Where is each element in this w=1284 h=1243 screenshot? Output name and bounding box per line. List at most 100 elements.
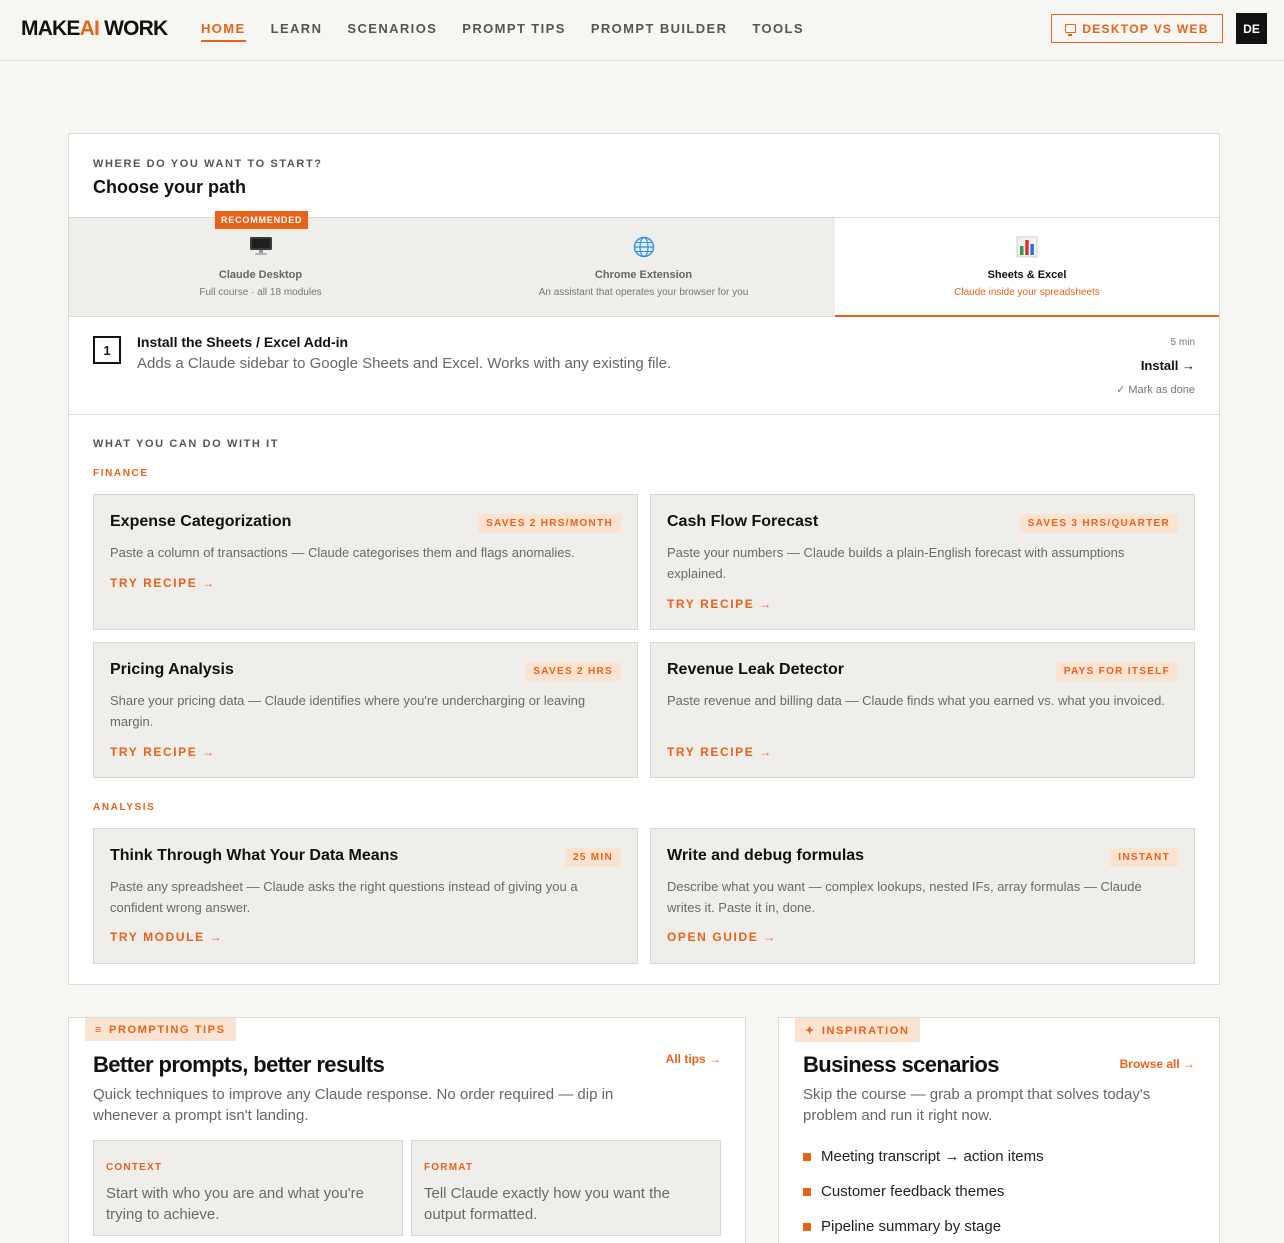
monitor-icon [1065,24,1077,36]
logo-work: WORK [104,17,168,40]
tip-description: Start with who you are and what you're t… [106,1185,365,1223]
card-description: Paste revenue and billing data — Claude … [667,693,1165,708]
nav-item-tools[interactable]: TOOLS [752,0,804,60]
path-tab-claude-desktop[interactable]: RECOMMENDED Claude Desktop Full course ·… [69,211,452,316]
path-tab-title: Sheets & Excel [987,269,1067,281]
category-label-analysis: ANALYSIS [93,802,156,813]
inspiration-panel: ✦ INSPIRATION Business scenarios Browse … [778,1017,1220,1243]
card-title: Revenue Leak Detector [667,661,844,678]
card-title: Think Through What Your Data Means [110,847,399,864]
scenario-item[interactable]: Meeting transcript → action items [803,1139,1044,1174]
recipe-card: Pricing Analysis SAVES 2 HRS Share your … [93,642,638,778]
duration-badge: 25 MIN [564,848,621,867]
open-guide-link[interactable]: OPEN GUIDE → [667,930,777,944]
recipe-card: Revenue Leak Detector PAYS FOR ITSELF Pa… [650,642,1195,778]
path-eyebrow: WHERE DO YOU WANT TO START? [93,158,323,170]
bullet-square-icon [803,1187,811,1196]
card-description: Paste your numbers — Claude builds a pla… [667,545,1125,581]
path-tab-sheets-excel[interactable]: Sheets & Excel Claude inside your spread… [835,218,1219,317]
scenarios-description: Skip the course — grab a prompt that sol… [803,1086,1151,1124]
nav-item-scenarios[interactable]: SCENARIOS [347,0,437,60]
recommended-badge: RECOMMENDED [215,211,309,229]
tip-card-context[interactable]: CONTEXT Start with who you are and what … [93,1140,403,1236]
browse-all-link[interactable]: Browse all → [1120,1057,1195,1071]
tip-label: FORMAT [424,1162,474,1173]
step-description: Adds a Claude sidebar to Google Sheets a… [137,355,672,372]
desktop-computer-icon [69,236,452,256]
card-description: Share your pricing data — Claude identif… [110,693,586,729]
path-tab-title: Chrome Extension [594,269,693,281]
nav-item-prompt-tips[interactable]: PROMPT TIPS [462,0,566,60]
path-tab-subtitle: An assistant that operates your browser … [538,287,749,298]
time-saved-badge: SAVES 2 HRS [525,662,621,681]
prompting-tips-tag: ≡ PROMPTING TIPS [85,1018,236,1041]
all-tips-link[interactable]: All tips → [666,1052,721,1066]
scenario-item[interactable]: Pipeline summary by stage [803,1209,1044,1243]
scenario-label: Pipeline summary by stage [821,1218,1002,1235]
path-tab-chrome-extension[interactable]: Chrome Extension An assistant that opera… [452,218,835,316]
nav-item-home[interactable]: HOME [201,0,246,60]
recipe-card: Cash Flow Forecast SAVES 3 HRS/QUARTER P… [650,494,1195,630]
scenarios-title: Business scenarios [803,1052,999,1077]
tag-label: PROMPTING TIPS [109,1024,226,1036]
try-module-link[interactable]: TRY MODULE → [110,930,223,944]
desktop-vs-web-button[interactable]: DESKTOP VS WEB [1051,14,1223,43]
tip-description: Tell Claude exactly how you want the out… [424,1185,670,1223]
scenario-label: Meeting transcript → action items [821,1148,1044,1165]
recipe-card: Write and debug formulas INSTANT Describ… [650,828,1195,964]
path-tab-subtitle: Full course · all 18 modules [199,287,322,298]
install-step: 1 Install the Sheets / Excel Add-in Adds… [69,317,1219,415]
path-tab-title: Claude Desktop [218,269,303,281]
desktop-vs-web-label: DESKTOP VS WEB [1082,21,1209,36]
tag-label: INSPIRATION [821,1024,910,1037]
try-recipe-link[interactable]: TRY RECIPE → [667,597,773,611]
try-recipe-link[interactable]: TRY RECIPE → [110,745,216,759]
nav-item-learn[interactable]: LEARN [271,0,323,60]
tip-card-format[interactable]: FORMAT Tell Claude exactly how you want … [411,1140,721,1236]
instant-badge: INSTANT [1110,848,1178,867]
bar-chart-icon [835,236,1219,258]
time-saved-badge: SAVES 3 HRS/QUARTER [1019,514,1178,533]
main-nav: HOME LEARN SCENARIOS PROMPT TIPS PROMPT … [201,0,829,60]
card-description: Describe what you want — complex lookups… [667,879,1142,915]
tip-label: CONTEXT [106,1162,163,1173]
nav-item-prompt-builder[interactable]: PROMPT BUILDER [591,0,728,60]
globe-icon [452,236,835,258]
scenario-label: Customer feedback themes [821,1183,1005,1200]
path-tabs: RECOMMENDED Claude Desktop Full course ·… [69,211,1219,317]
logo[interactable]: MAKEAI WORK [21,17,168,41]
card-title: Expense Categorization [110,513,292,530]
choose-path-panel: WHERE DO YOU WANT TO START? Choose your … [68,133,1220,985]
category-label-finance: FINANCE [93,468,149,479]
step-title: Install the Sheets / Excel Add-in [137,334,349,350]
card-description: Paste a column of transactions — Claude … [110,545,575,560]
path-title: Choose your path [93,177,247,197]
what-you-can-do-eyebrow: WHAT YOU CAN DO WITH IT [93,438,280,450]
bullet-square-icon [803,1222,811,1231]
install-link[interactable]: Install → [1141,358,1195,373]
tips-title: Better prompts, better results [93,1052,385,1077]
try-recipe-link[interactable]: TRY RECIPE → [110,576,216,590]
card-title: Pricing Analysis [110,661,234,678]
logo-make: MAKE [21,17,80,40]
card-description: Paste any spreadsheet — Claude asks the … [110,879,578,915]
time-saved-badge: PAYS FOR ITSELF [1055,662,1178,681]
language-toggle-button[interactable]: DE [1236,13,1267,44]
prompting-tips-panel: ≡ PROMPTING TIPS Better prompts, better … [68,1017,746,1243]
card-title: Cash Flow Forecast [667,513,819,530]
mark-as-done-button[interactable]: ✓ Mark as done [1116,383,1195,396]
time-saved-badge: SAVES 2 HRS/MONTH [478,514,621,533]
scenario-list: Meeting transcript → action items Custom… [803,1139,1044,1243]
tips-description: Quick techniques to improve any Claude r… [93,1086,614,1124]
step-number: 1 [93,336,121,364]
path-tab-subtitle: Claude inside your spreadsheets [954,287,1100,298]
bullet-square-icon [803,1152,811,1161]
sparkle-icon: ✦ [805,1025,816,1037]
list-icon: ≡ [95,1024,104,1036]
recipe-card: Think Through What Your Data Means 25 MI… [93,828,638,964]
top-navigation-bar: MAKEAI WORK HOME LEARN SCENARIOS PROMPT … [0,0,1284,61]
card-title: Write and debug formulas [667,847,865,864]
try-recipe-link[interactable]: TRY RECIPE → [667,745,773,759]
inspiration-tag: ✦ INSPIRATION [795,1018,920,1042]
scenario-item[interactable]: Customer feedback themes [803,1174,1044,1209]
